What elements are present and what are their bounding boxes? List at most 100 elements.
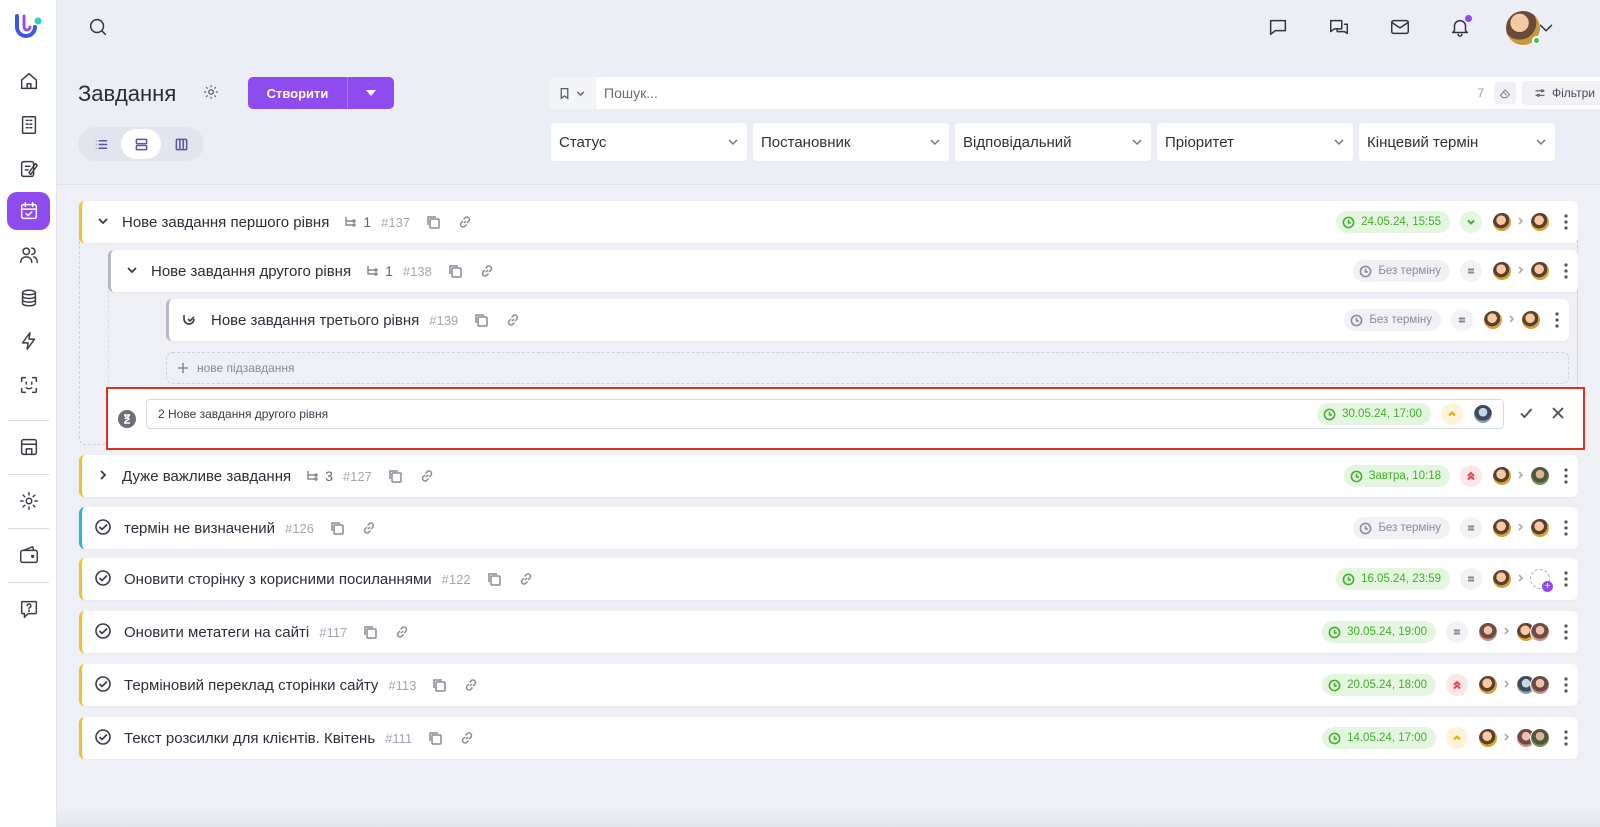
- priority-badge[interactable]: [1460, 517, 1482, 539]
- copy-button[interactable]: [430, 676, 448, 694]
- complete-toggle[interactable]: [94, 675, 114, 695]
- cancel-button[interactable]: [1550, 405, 1568, 423]
- task-menu-button[interactable]: [1558, 468, 1574, 484]
- deadline-badge[interactable]: 24.05.24, 15:55: [1336, 211, 1450, 233]
- task-title[interactable]: Нове завдання третього рівня: [211, 312, 419, 329]
- assignee-avatar[interactable]: [1521, 310, 1541, 330]
- deadline-badge[interactable]: Без терміну: [1344, 309, 1441, 331]
- nav-settings[interactable]: [7, 482, 50, 520]
- task-menu-button[interactable]: [1558, 263, 1574, 279]
- link-button[interactable]: [393, 623, 411, 641]
- add-assignee-button[interactable]: [1530, 569, 1553, 592]
- link-button[interactable]: [458, 729, 476, 747]
- nav-tasks[interactable]: [7, 192, 50, 230]
- link-button[interactable]: [478, 262, 496, 280]
- task-title[interactable]: термін не визначений: [124, 520, 275, 537]
- task-menu-button[interactable]: [1558, 730, 1574, 746]
- priority-badge[interactable]: [1460, 260, 1482, 282]
- creator-avatar[interactable]: [1492, 518, 1512, 538]
- creator-avatar[interactable]: [1478, 728, 1498, 748]
- filter-assignee[interactable]: Відповідальний: [955, 123, 1151, 161]
- creator-avatar[interactable]: [1478, 622, 1498, 642]
- task-menu-button[interactable]: [1558, 214, 1574, 230]
- nav-database[interactable]: [7, 279, 50, 317]
- app-logo[interactable]: [12, 10, 44, 42]
- chat-button[interactable]: [1265, 14, 1291, 40]
- assignee-avatar[interactable]: [1530, 261, 1550, 281]
- task-title[interactable]: Нове завдання першого рівня: [122, 214, 329, 231]
- collapse-toggle[interactable]: [125, 263, 141, 279]
- clear-search-button[interactable]: [1494, 82, 1517, 104]
- deadline-badge[interactable]: Без терміну: [1353, 260, 1450, 282]
- task-title[interactable]: Нове завдання другого рівня: [151, 263, 351, 280]
- complete-toggle[interactable]: [94, 728, 114, 748]
- nav-scan[interactable]: [7, 366, 50, 404]
- task-row[interactable]: Текст розсилки для клієнтів. Квітень #11…: [79, 717, 1578, 759]
- complete-toggle[interactable]: [94, 569, 114, 589]
- task-row[interactable]: Дуже важливе завдання 3 #127 Завтра, 10:…: [79, 455, 1578, 497]
- filters-button[interactable]: Фільтри: [1522, 81, 1600, 105]
- nav-users[interactable]: [7, 236, 50, 274]
- link-button[interactable]: [504, 311, 522, 329]
- link-button[interactable]: [360, 519, 378, 537]
- task-title[interactable]: Оновити метатеги на сайті: [124, 624, 309, 641]
- assignee-avatar[interactable]: [1530, 518, 1550, 538]
- filter-deadline[interactable]: Кінцевий термін: [1359, 123, 1555, 161]
- page-settings-button[interactable]: [202, 83, 224, 105]
- deadline-badge[interactable]: 14.05.24, 17:00: [1322, 727, 1436, 749]
- task-row[interactable]: Терміновий переклад сторінки сайту #113 …: [79, 664, 1578, 706]
- copy-button[interactable]: [426, 729, 444, 747]
- nav-store[interactable]: [7, 428, 50, 466]
- priority-badge[interactable]: [1446, 674, 1468, 696]
- create-button[interactable]: Створити: [248, 77, 348, 109]
- deadline-badge[interactable]: Завтра, 10:18: [1343, 465, 1450, 487]
- copy-button[interactable]: [446, 262, 464, 280]
- copy-button[interactable]: [424, 213, 442, 231]
- complete-toggle[interactable]: [94, 622, 114, 642]
- mail-button[interactable]: [1387, 14, 1413, 40]
- search-input[interactable]: [596, 85, 1478, 101]
- task-name-input[interactable]: [147, 407, 1318, 421]
- task-title[interactable]: Дуже важливе завдання: [122, 468, 291, 485]
- messages-button[interactable]: [1326, 14, 1352, 40]
- nav-projects[interactable]: [7, 150, 50, 188]
- user-menu-toggle[interactable]: [1533, 15, 1559, 41]
- priority-badge[interactable]: [1446, 621, 1468, 643]
- deadline-badge[interactable]: Без терміну: [1353, 517, 1450, 539]
- create-dropdown-button[interactable]: [348, 77, 394, 109]
- link-button[interactable]: [418, 467, 436, 485]
- deadline-badge[interactable]: 30.05.24, 17:00: [1317, 403, 1431, 425]
- task-menu-button[interactable]: [1549, 312, 1565, 328]
- assignee-avatar[interactable]: [1530, 212, 1550, 232]
- view-cards-button[interactable]: [121, 129, 161, 159]
- priority-badge[interactable]: [1460, 211, 1482, 233]
- task-menu-button[interactable]: [1558, 571, 1574, 587]
- task-menu-button[interactable]: [1558, 677, 1574, 693]
- deadline-badge[interactable]: 16.05.24, 23:59: [1336, 568, 1450, 590]
- task-row[interactable]: Нове завдання третього рівня #139 Без те…: [166, 299, 1569, 341]
- creator-avatar[interactable]: [1478, 675, 1498, 695]
- filter-status[interactable]: Статус: [551, 123, 747, 161]
- assignee-avatar[interactable]: [1473, 404, 1493, 424]
- task-row[interactable]: Нове завдання другого рівня 1 #138 Без т…: [108, 250, 1578, 292]
- copy-button[interactable]: [485, 570, 503, 588]
- task-menu-button[interactable]: [1558, 520, 1574, 536]
- task-row[interactable]: термін не визначений #126 Без терміну: [79, 507, 1578, 549]
- priority-badge[interactable]: [1441, 403, 1463, 425]
- view-kanban-button[interactable]: [161, 129, 201, 159]
- task-row[interactable]: Нове завдання першого рівня 1 #137 24.05…: [79, 201, 1578, 243]
- priority-badge[interactable]: [1451, 309, 1473, 331]
- copy-button[interactable]: [386, 467, 404, 485]
- creator-avatar[interactable]: [1492, 261, 1512, 281]
- new-subtask-button[interactable]: нове підзавдання: [166, 352, 1569, 384]
- confirm-button[interactable]: [1518, 405, 1536, 423]
- assignee-avatar[interactable]: [1530, 622, 1550, 642]
- nav-wallet[interactable]: [7, 536, 50, 574]
- subtask-count[interactable]: 3: [305, 468, 333, 484]
- deadline-badge[interactable]: 30.05.24, 19:00: [1322, 621, 1436, 643]
- creator-avatar[interactable]: [1492, 212, 1512, 232]
- assignee-avatar[interactable]: [1530, 466, 1550, 486]
- deadline-badge[interactable]: 20.05.24, 18:00: [1322, 674, 1436, 696]
- task-row[interactable]: Оновити сторінку з корисними посиланнями…: [79, 558, 1578, 600]
- link-button[interactable]: [517, 570, 535, 588]
